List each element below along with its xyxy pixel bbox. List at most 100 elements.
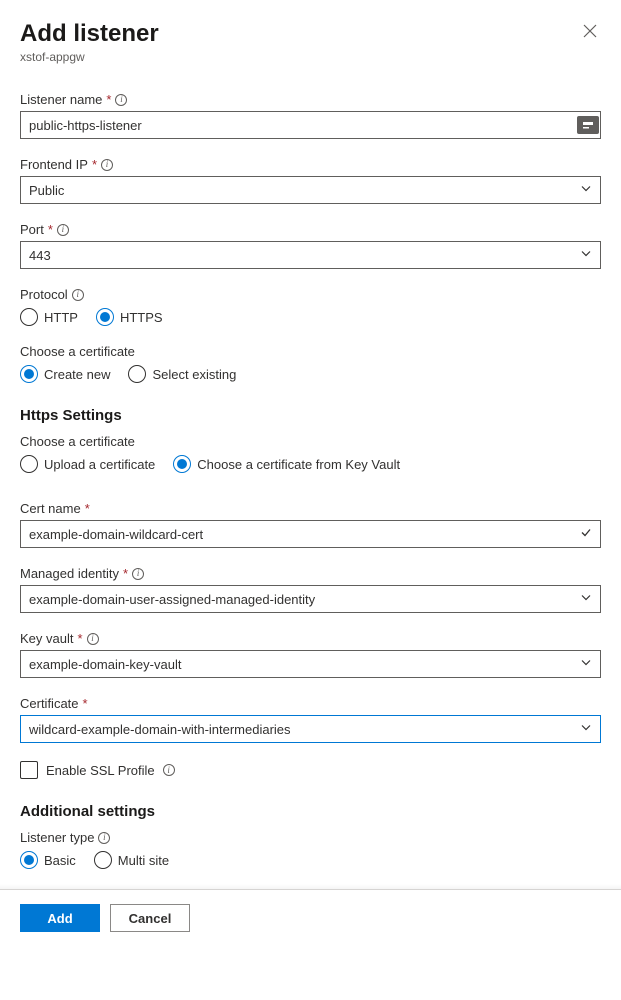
choose-cert2-label: Choose a certificate — [20, 434, 601, 449]
label-text: Frontend IP — [20, 157, 88, 172]
radio-icon — [173, 455, 191, 473]
certificate-label: Certificate * — [20, 696, 601, 711]
select-value: example-domain-user-assigned-managed-ide… — [29, 592, 315, 607]
port-field: Port * i 443 — [20, 222, 601, 269]
label-text: Choose a certificate — [20, 434, 135, 449]
certificate-field: Certificate * wildcard-example-domain-wi… — [20, 696, 601, 743]
info-icon[interactable]: i — [98, 832, 110, 844]
choose-cert-radio-group: Create new Select existing — [20, 365, 601, 383]
label-text: Managed identity — [20, 566, 119, 581]
select-existing-radio[interactable]: Select existing — [128, 365, 236, 383]
managed-identity-field: Managed identity * i example-domain-user… — [20, 566, 601, 613]
keyvault-cert-radio[interactable]: Choose a certificate from Key Vault — [173, 455, 400, 473]
chevron-down-icon — [580, 657, 592, 672]
radio-label: Multi site — [118, 853, 169, 868]
choose-cert2-radio-group: Upload a certificate Choose a certificat… — [20, 455, 601, 473]
panel-footer: Add Cancel — [0, 889, 621, 946]
managed-identity-label: Managed identity * i — [20, 566, 601, 581]
label-text: Cert name — [20, 501, 81, 516]
ssl-profile-label: Enable SSL Profile — [46, 763, 155, 778]
listener-type-label: Listener type i — [20, 830, 601, 845]
listener-type-radio-group: Basic Multi site — [20, 851, 601, 869]
upload-cert-radio[interactable]: Upload a certificate — [20, 455, 155, 473]
add-listener-panel: Add listener xstof-appgw Listener name *… — [0, 0, 621, 889]
label-text: Listener type — [20, 830, 94, 845]
info-icon[interactable]: i — [115, 94, 127, 106]
close-button[interactable] — [579, 20, 601, 45]
protocol-field: Protocol i HTTP HTTPS — [20, 287, 601, 326]
managed-identity-select[interactable]: example-domain-user-assigned-managed-ide… — [20, 585, 601, 613]
radio-label: Select existing — [152, 367, 236, 382]
info-icon[interactable]: i — [132, 568, 144, 580]
protocol-https-radio[interactable]: HTTPS — [96, 308, 163, 326]
radio-label: HTTPS — [120, 310, 163, 325]
info-icon[interactable]: i — [163, 764, 175, 776]
cancel-button[interactable]: Cancel — [110, 904, 190, 932]
choose-cert2-field: Choose a certificate Upload a certificat… — [20, 434, 601, 473]
radio-icon — [20, 851, 38, 869]
ssl-profile-checkbox[interactable] — [20, 761, 38, 779]
close-icon — [583, 26, 597, 41]
listener-name-field: Listener name * i — [20, 92, 601, 139]
listener-name-input[interactable] — [20, 111, 601, 139]
chevron-down-icon — [580, 722, 592, 737]
cert-name-field: Cert name * example-domain-wildcard-cert — [20, 501, 601, 548]
required-indicator: * — [92, 157, 97, 172]
additional-settings-title: Additional settings — [20, 803, 601, 820]
protocol-radio-group: HTTP HTTPS — [20, 308, 601, 326]
radio-icon — [96, 308, 114, 326]
key-vault-select[interactable]: example-domain-key-vault — [20, 650, 601, 678]
required-indicator: * — [77, 631, 82, 646]
info-icon[interactable]: i — [57, 224, 69, 236]
select-value: example-domain-wildcard-cert — [29, 527, 203, 542]
frontend-ip-label: Frontend IP * i — [20, 157, 601, 172]
chevron-down-icon — [580, 248, 592, 263]
https-settings-title: Https Settings — [20, 407, 601, 424]
select-value: Public — [29, 183, 64, 198]
listener-type-field: Listener type i Basic Multi site — [20, 830, 601, 869]
radio-label: Choose a certificate from Key Vault — [197, 457, 400, 472]
listener-type-multi-radio[interactable]: Multi site — [94, 851, 169, 869]
select-value: 443 — [29, 248, 51, 263]
radio-icon — [94, 851, 112, 869]
port-select[interactable]: 443 — [20, 241, 601, 269]
label-text: Certificate — [20, 696, 79, 711]
required-indicator: * — [106, 92, 111, 107]
choose-cert-field: Choose a certificate Create new Select e… — [20, 344, 601, 383]
cert-name-select[interactable]: example-domain-wildcard-cert — [20, 520, 601, 548]
ssl-profile-row: Enable SSL Profile i — [20, 761, 601, 779]
radio-label: HTTP — [44, 310, 78, 325]
required-indicator: * — [85, 501, 90, 516]
info-icon[interactable]: i — [87, 633, 99, 645]
listener-name-input-wrap — [20, 111, 601, 139]
radio-icon — [128, 365, 146, 383]
label-text: Listener name — [20, 92, 102, 107]
choose-cert-label: Choose a certificate — [20, 344, 601, 359]
listener-name-label: Listener name * i — [20, 92, 601, 107]
key-vault-label: Key vault * i — [20, 631, 601, 646]
panel-header: Add listener xstof-appgw — [20, 20, 601, 64]
port-label: Port * i — [20, 222, 601, 237]
info-icon[interactable]: i — [101, 159, 113, 171]
listener-type-basic-radio[interactable]: Basic — [20, 851, 76, 869]
frontend-ip-select[interactable]: Public — [20, 176, 601, 204]
certificate-select[interactable]: wildcard-example-domain-with-intermediar… — [20, 715, 601, 743]
autofill-icon[interactable] — [577, 116, 599, 134]
add-button[interactable]: Add — [20, 904, 100, 932]
title-block: Add listener xstof-appgw — [20, 20, 159, 64]
required-indicator: * — [83, 696, 88, 711]
radio-label: Basic — [44, 853, 76, 868]
required-indicator: * — [123, 566, 128, 581]
checkmark-icon — [580, 527, 592, 542]
key-vault-field: Key vault * i example-domain-key-vault — [20, 631, 601, 678]
protocol-http-radio[interactable]: HTTP — [20, 308, 78, 326]
radio-label: Create new — [44, 367, 110, 382]
label-text: Port — [20, 222, 44, 237]
create-new-radio[interactable]: Create new — [20, 365, 110, 383]
info-icon[interactable]: i — [72, 289, 84, 301]
cert-name-label: Cert name * — [20, 501, 601, 516]
protocol-label: Protocol i — [20, 287, 601, 302]
select-value: wildcard-example-domain-with-intermediar… — [29, 722, 291, 737]
required-indicator: * — [48, 222, 53, 237]
label-text: Protocol — [20, 287, 68, 302]
